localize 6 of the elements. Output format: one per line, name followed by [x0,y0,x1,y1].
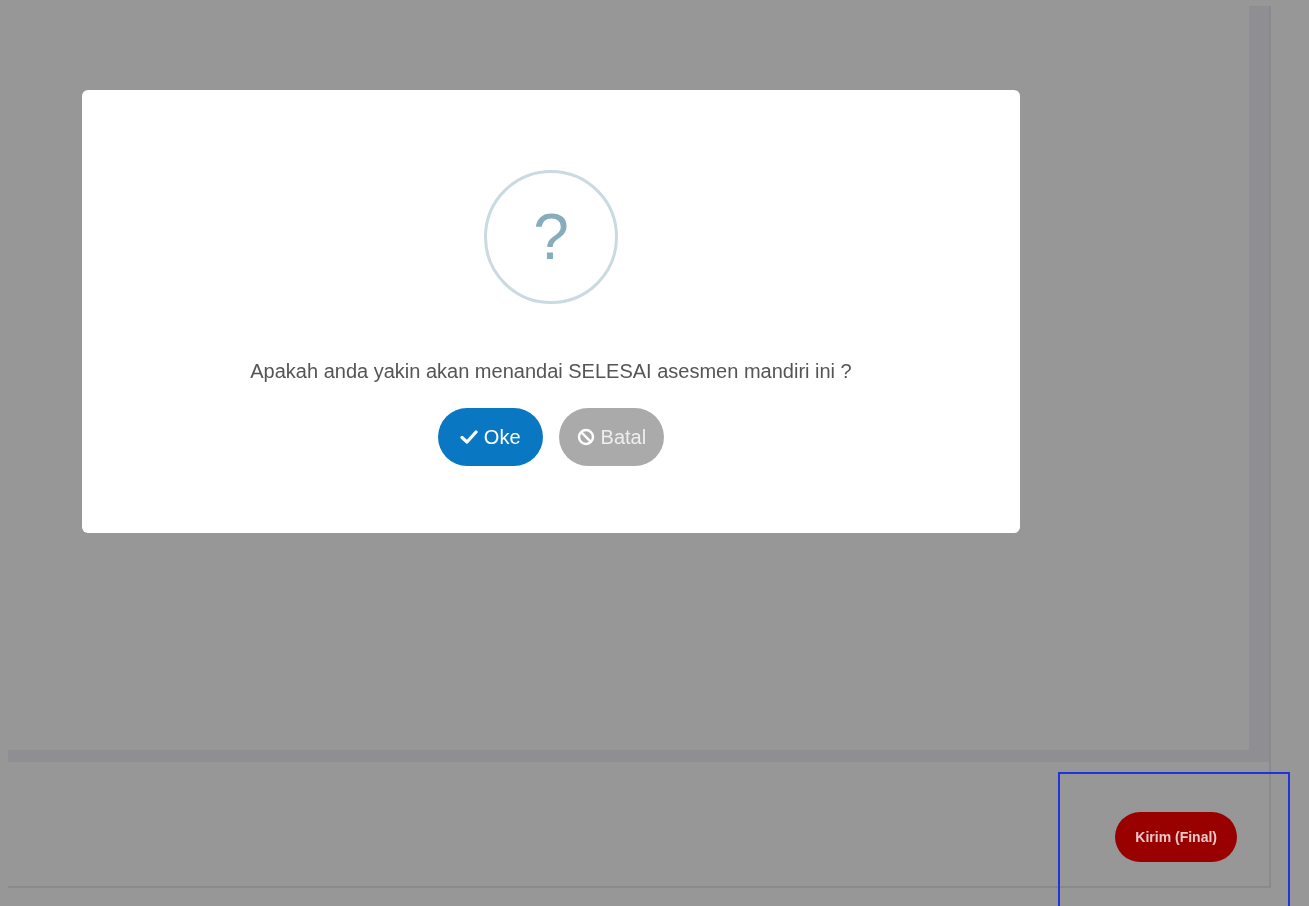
ok-button[interactable]: Oke [437,408,543,466]
submit-button[interactable]: Kirim (Final) [1115,812,1237,862]
ban-icon [576,428,595,446]
dialog-message: Apakah anda yakin akan menandai SELESAI asesmen mandiri ini ? [250,359,852,384]
question-icon: ? [484,170,618,304]
check-icon [459,429,478,445]
